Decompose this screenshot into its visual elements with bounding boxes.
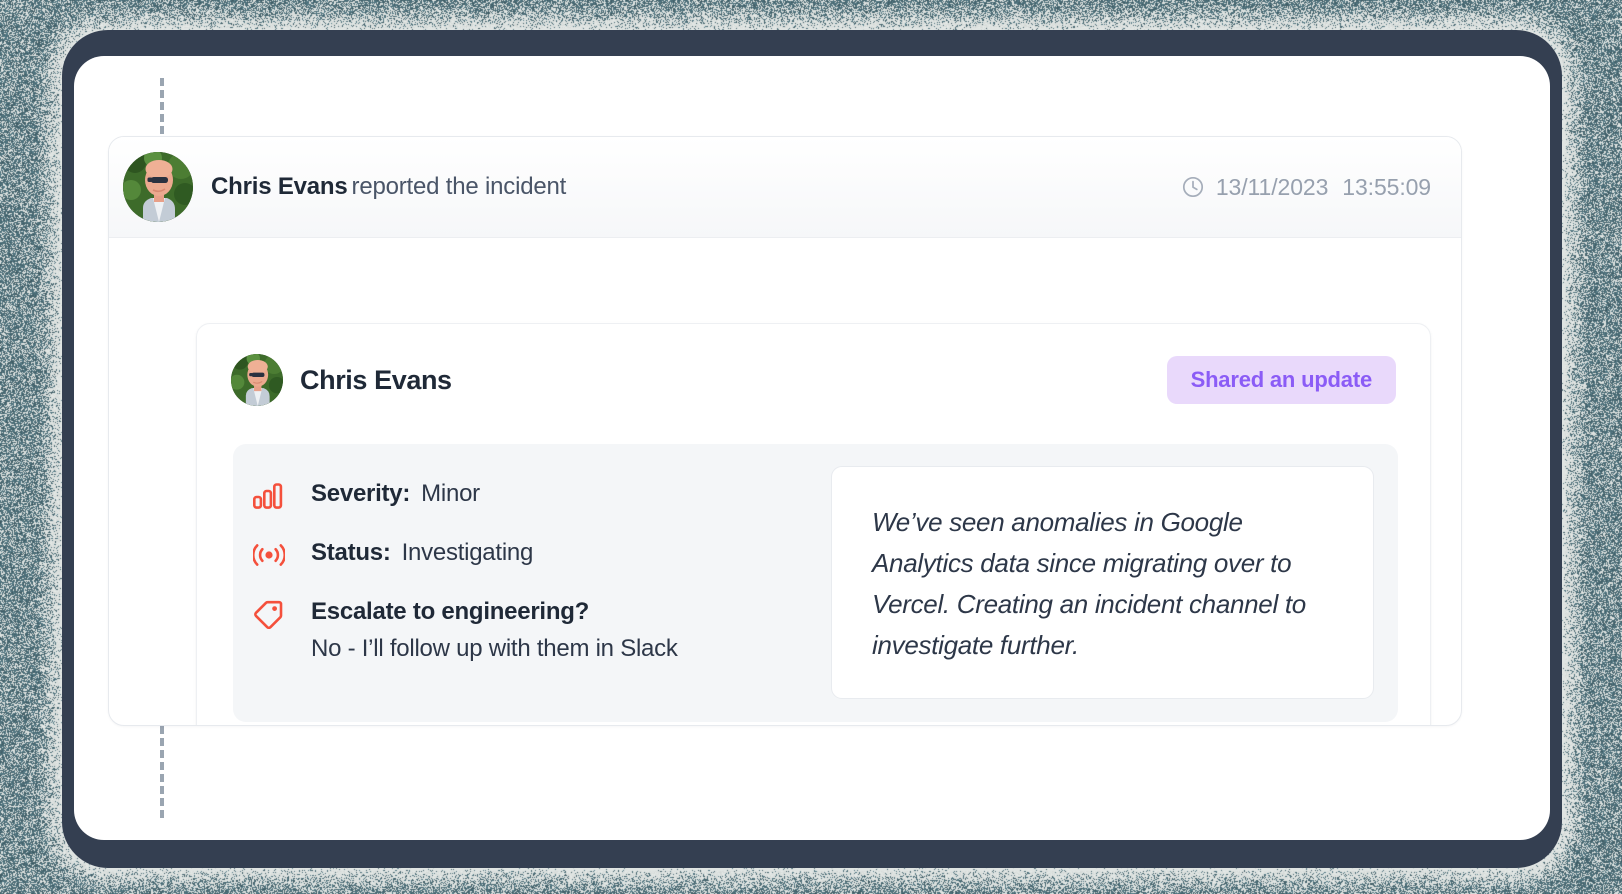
status-badge: Shared an update <box>1167 356 1396 404</box>
field-escalate: Escalate to engineering? No - I’ll follo… <box>253 597 833 663</box>
field-answer: No - I’ll follow up with them in Slack <box>311 635 678 663</box>
tag-icon <box>253 597 295 629</box>
avatar <box>123 152 193 222</box>
field-status: Status: Investigating <box>253 538 833 570</box>
event-action-text: reported the incident <box>352 173 567 200</box>
event-actor-name: Chris Evans <box>211 173 348 200</box>
event-date: 13/11/2023 <box>1216 174 1328 201</box>
status-broadcast-icon <box>253 538 295 570</box>
event-header-text: Chris Evans reported the incident <box>211 173 566 201</box>
update-detail-panel: Severity: Minor Status: Investigating Es… <box>233 444 1398 722</box>
field-value: Investigating <box>402 539 534 566</box>
event-timestamp: 13/11/2023 13:55:09 <box>1181 174 1431 201</box>
shared-update-card: Chris Evans Shared an update Severity: M… <box>196 323 1431 726</box>
incident-event-card: Chris Evans reported the incident 13/11/2… <box>108 136 1462 726</box>
field-status-body: Status: Investigating <box>311 538 533 567</box>
update-card-header: Chris Evans Shared an update <box>197 324 1430 406</box>
update-fields-list: Severity: Minor Status: Investigating Es… <box>233 444 833 722</box>
severity-bars-icon <box>253 479 295 511</box>
field-severity: Severity: Minor <box>253 479 833 511</box>
clock-icon <box>1181 175 1205 199</box>
field-label: Escalate to engineering? <box>311 598 589 625</box>
event-time: 13:55:09 <box>1342 174 1431 201</box>
field-label: Severity: <box>311 480 410 507</box>
field-escalate-body: Escalate to engineering? No - I’ll follo… <box>311 597 678 663</box>
update-author-name: Chris Evans <box>300 365 452 396</box>
update-quote-box: We’ve seen anomalies in Google Analytics… <box>831 466 1374 699</box>
field-value: Minor <box>421 480 480 507</box>
avatar <box>231 354 283 406</box>
event-card-header: Chris Evans reported the incident 13/11/2… <box>109 137 1461 238</box>
update-quote-text: We’ve seen anomalies in Google Analytics… <box>872 502 1333 666</box>
screen-surface: Chris Evans reported the incident 13/11/2… <box>74 56 1550 840</box>
field-label: Status: <box>311 539 391 566</box>
field-severity-body: Severity: Minor <box>311 479 480 508</box>
